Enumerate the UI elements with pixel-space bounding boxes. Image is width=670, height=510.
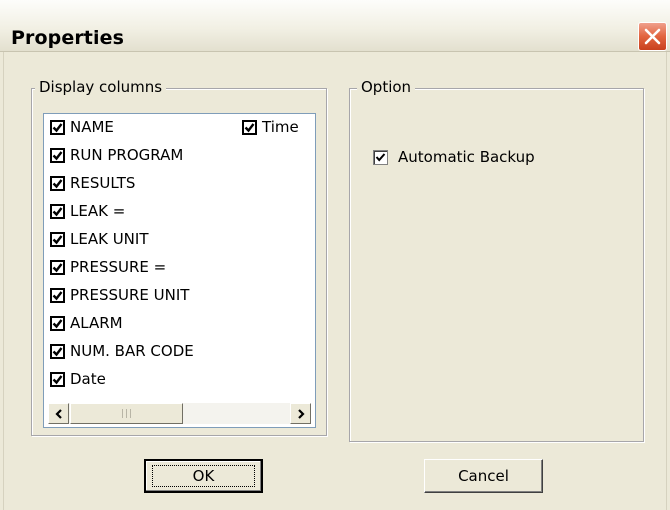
checkbox[interactable] [50, 259, 65, 275]
horizontal-scrollbar[interactable] [48, 403, 311, 424]
checkbox[interactable] [373, 149, 388, 165]
list-item-leak[interactable]: LEAK = [50, 200, 125, 222]
option-group: Option [349, 78, 644, 442]
option-legend: Option [357, 78, 416, 96]
scroll-right-button[interactable] [290, 403, 311, 424]
list-item-name[interactable]: NAME [50, 116, 114, 138]
list-item-label: LEAK UNIT [70, 230, 149, 248]
checkbox[interactable] [50, 371, 65, 387]
automatic-backup-label: Automatic Backup [398, 148, 535, 166]
checkbox[interactable] [50, 343, 65, 359]
window-border-left [0, 52, 4, 510]
check-icon [375, 152, 386, 162]
check-icon [52, 290, 63, 300]
list-item-alarm[interactable]: ALARM [50, 312, 123, 334]
check-icon [52, 122, 63, 132]
check-icon [52, 234, 63, 244]
grip-icon [122, 409, 131, 418]
window-title: Properties [11, 27, 124, 49]
checkbox[interactable] [50, 175, 65, 191]
list-item-date[interactable]: Date [50, 368, 106, 390]
window-border-right [666, 52, 670, 510]
check-icon [52, 178, 63, 188]
checkbox[interactable] [50, 119, 65, 135]
list-item-label: ALARM [70, 314, 123, 332]
checkbox[interactable] [50, 315, 65, 331]
list-item-label: PRESSURE = [70, 258, 167, 276]
ok-button[interactable]: OK [144, 459, 263, 493]
properties-dialog: Properties Display columns NAME RUN PROG… [0, 0, 670, 510]
automatic-backup-checkbox[interactable]: Automatic Backup [373, 147, 535, 167]
title-bar[interactable]: Properties [0, 0, 670, 52]
check-icon [244, 122, 255, 132]
arrow-left-icon [54, 408, 62, 419]
check-icon [52, 346, 63, 356]
display-columns-legend: Display columns [35, 78, 167, 96]
list-item-pressure-unit[interactable]: PRESSURE UNIT [50, 284, 189, 306]
check-icon [52, 262, 63, 272]
list-item-label: RESULTS [70, 174, 136, 192]
display-columns-list[interactable]: NAME RUN PROGRAM RESULTS LEAK = LEAK UNI… [43, 113, 316, 428]
close-icon [644, 28, 661, 45]
list-item-pressure[interactable]: PRESSURE = [50, 256, 166, 278]
close-button[interactable] [638, 22, 667, 51]
check-icon [52, 374, 63, 384]
checkbox[interactable] [242, 119, 257, 135]
list-item-label: RUN PROGRAM [70, 146, 184, 164]
list-item-label: NAME [70, 118, 114, 136]
list-item-num-bar-code[interactable]: NUM. BAR CODE [50, 340, 194, 362]
checkbox[interactable] [50, 203, 65, 219]
arrow-right-icon [297, 408, 305, 419]
list-item-label: PRESSURE UNIT [70, 286, 190, 304]
cancel-button[interactable]: Cancel [424, 459, 543, 493]
list-item-label: Time [262, 118, 299, 136]
checkbox[interactable] [50, 231, 65, 247]
list-item-label: Date [70, 370, 106, 388]
list-item-run-program[interactable]: RUN PROGRAM [50, 144, 183, 166]
list-item-time[interactable]: Time [242, 116, 299, 138]
scroll-left-button[interactable] [48, 403, 69, 424]
cancel-button-label: Cancel [458, 467, 509, 485]
checkbox[interactable] [50, 287, 65, 303]
check-icon [52, 150, 63, 160]
list-item-label: LEAK = [70, 202, 126, 220]
scroll-thumb[interactable] [70, 403, 183, 424]
ok-button-label: OK [151, 465, 256, 487]
list-item-results[interactable]: RESULTS [50, 172, 135, 194]
list-item-leak-unit[interactable]: LEAK UNIT [50, 228, 149, 250]
checkbox[interactable] [50, 147, 65, 163]
check-icon [52, 206, 63, 216]
list-item-label: NUM. BAR CODE [70, 342, 194, 360]
check-icon [52, 318, 63, 328]
